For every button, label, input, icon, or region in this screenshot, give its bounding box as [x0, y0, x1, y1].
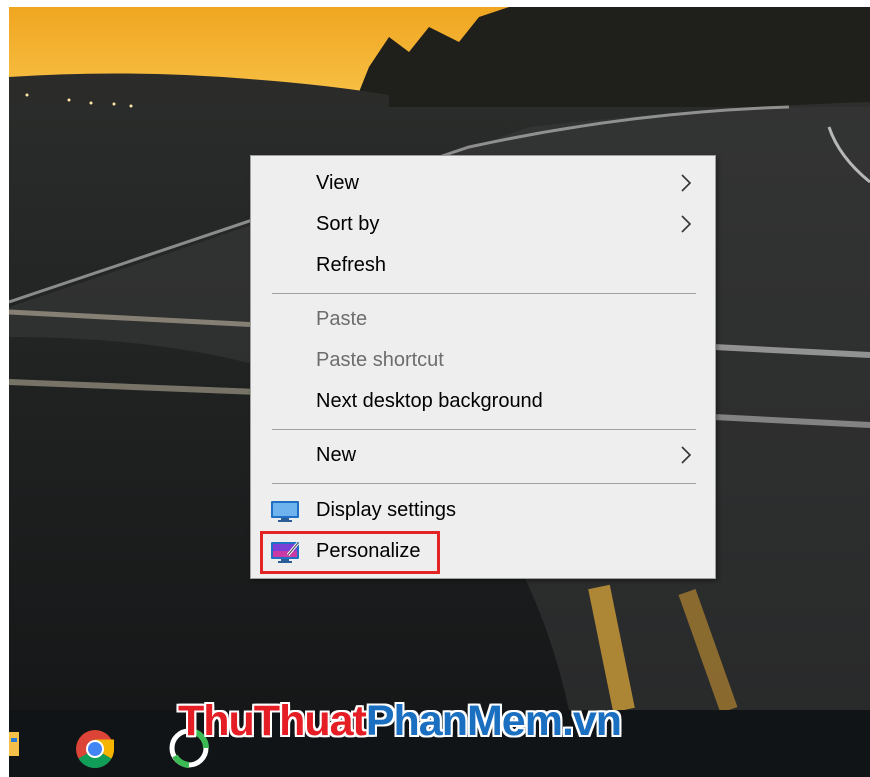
display-settings-icon [271, 501, 299, 522]
chevron-right-icon [681, 215, 692, 233]
menu-item-display-settings[interactable]: Display settings [251, 490, 715, 530]
menu-item-new[interactable]: New [251, 435, 715, 475]
menu-item-view[interactable]: View [251, 163, 715, 203]
watermark-part2: PhanMem.vn [365, 697, 622, 745]
menu-item-label: Refresh [316, 254, 387, 276]
menu-item-sort-by[interactable]: Sort by [251, 204, 715, 244]
menu-item-label: View [316, 172, 359, 194]
desktop-context-menu: View Sort by Refresh Paste Paste shortcu… [250, 155, 716, 579]
menu-item-paste[interactable]: Paste [251, 299, 715, 339]
menu-item-label: Paste shortcut [316, 349, 444, 371]
chrome-icon[interactable] [75, 729, 115, 769]
chevron-right-icon [681, 174, 692, 192]
watermark: ThuThuatPhanMem.vn [178, 693, 622, 749]
menu-item-label: Sort by [316, 213, 380, 235]
chevron-right-icon [681, 446, 692, 464]
menu-item-refresh[interactable]: Refresh [251, 245, 715, 285]
menu-separator [272, 483, 696, 484]
menu-item-label: Next desktop background [316, 390, 543, 412]
menu-separator [272, 293, 696, 294]
menu-item-label: Paste [316, 308, 368, 330]
menu-item-next-desktop-background[interactable]: Next desktop background [251, 381, 715, 421]
menu-item-paste-shortcut[interactable]: Paste shortcut [251, 340, 715, 380]
watermark-part1: ThuThuat [178, 697, 367, 745]
personalize-highlight-box [260, 531, 440, 574]
menu-item-label: Display settings [316, 499, 457, 521]
menu-item-label: New [316, 444, 357, 466]
menu-separator [272, 429, 696, 430]
file-explorer-icon[interactable] [9, 732, 23, 756]
